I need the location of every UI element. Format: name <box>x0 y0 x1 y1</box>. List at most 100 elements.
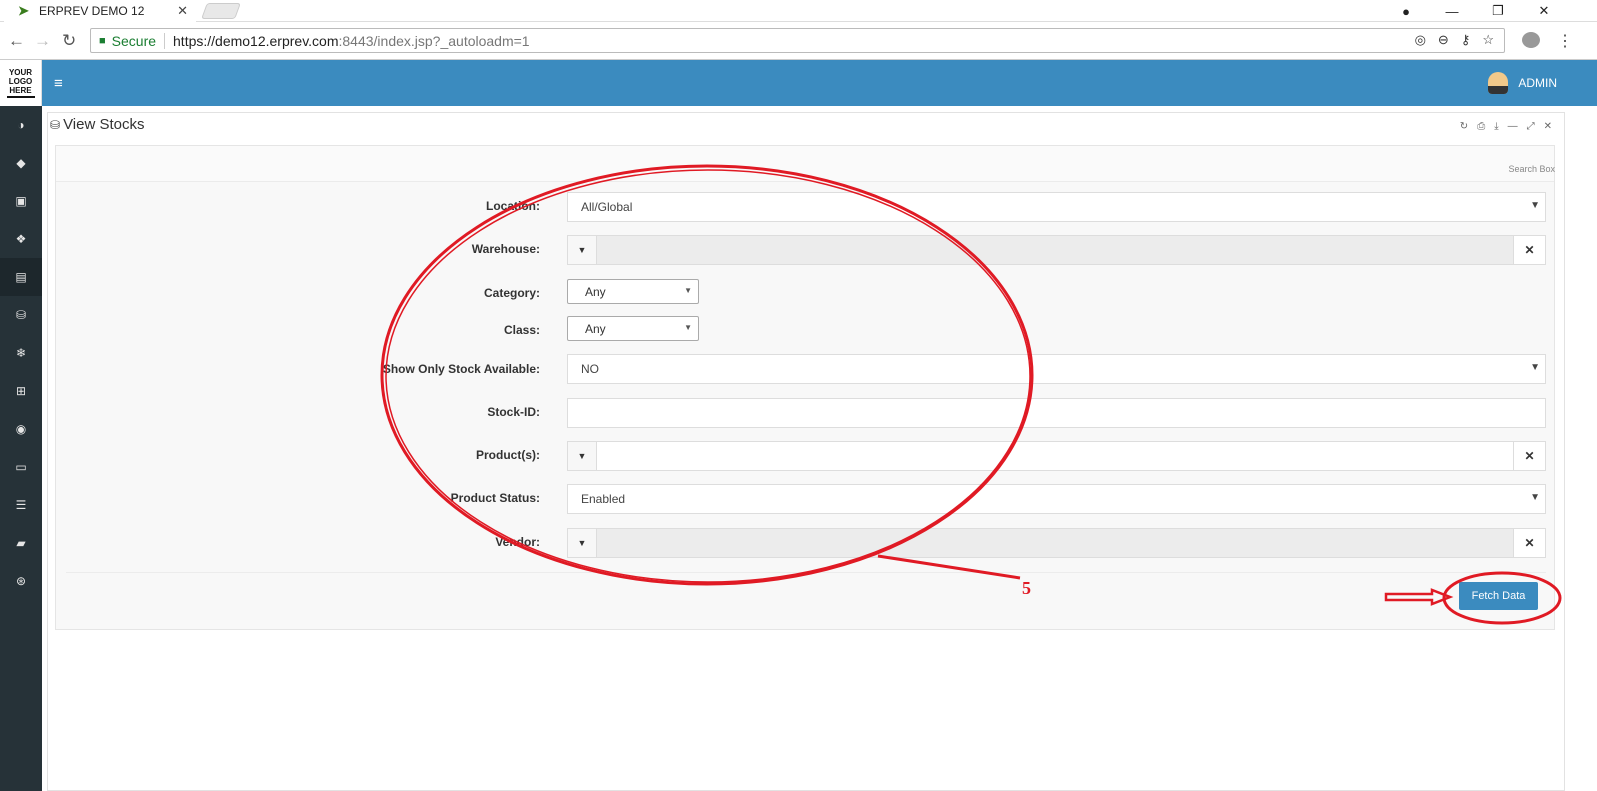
logo-line: YOUR <box>8 68 33 77</box>
minimize-panel-icon[interactable]: — <box>1508 121 1518 132</box>
products-clear-button[interactable]: ✕ <box>1513 441 1546 471</box>
logo-underline <box>6 96 35 98</box>
profile-icon[interactable]: ● <box>1383 0 1429 22</box>
caret-down-icon: ▼ <box>684 323 692 332</box>
dashboard-icon[interactable]: ◑ <box>0 106 42 144</box>
close-icon: ✕ <box>1524 449 1535 463</box>
money-icon[interactable]: ▣ <box>0 182 42 220</box>
annotation-step-number: 5 <box>1022 578 1031 598</box>
browser-tab-strip: ➤ ERPREV DEMO 12 ✕ ● — ❐ ✕ <box>0 0 1597 22</box>
refresh-icon[interactable]: ↻ <box>1460 121 1468 132</box>
show-stock-label: Show Only Stock Available: <box>382 362 540 376</box>
location-target-icon[interactable]: ◎ <box>1415 32 1426 48</box>
minimize-icon[interactable]: — <box>1429 0 1475 22</box>
products-input[interactable] <box>596 441 1514 471</box>
browser-toolbar: ← → ↻ ■ Secure https://demo12.erprev.com… <box>0 22 1597 60</box>
class-value: Any <box>585 321 606 336</box>
form-divider <box>66 572 1546 573</box>
products-combo: ▼ ✕ <box>567 441 1546 471</box>
vendor-combo: ▼ ✕ <box>567 528 1546 558</box>
sidebar: ◑ ◆ ▣ ❖ ▤ ⛁ ❄ ⊞ ◉ ▭ ☰ ▰ ⊛ <box>0 106 42 791</box>
warehouse-input[interactable] <box>596 235 1514 265</box>
caret-down-icon: ▼ <box>577 245 587 255</box>
warehouse-label: Warehouse: <box>471 242 540 256</box>
browser-menu-icon[interactable]: ⋮ <box>1557 31 1573 51</box>
warehouse-dropdown-button[interactable]: ▼ <box>567 235 597 265</box>
caret-down-icon: ▼ <box>684 286 692 295</box>
book-icon[interactable]: ▰ <box>0 524 42 562</box>
vendor-label: Vendor: <box>495 535 540 549</box>
browser-tab-title: ERPREV DEMO 12 <box>39 4 145 18</box>
lifebuoy-icon[interactable]: ⊛ <box>0 562 42 600</box>
close-panel-icon[interactable]: ✕ <box>1544 121 1552 132</box>
cubes-icon[interactable]: ❖ <box>0 220 42 258</box>
window-close-icon[interactable]: ✕ <box>1521 0 1567 22</box>
products-label: Product(s): <box>476 448 540 462</box>
warehouse-clear-button[interactable]: ✕ <box>1513 235 1546 265</box>
caret-down-icon: ▼ <box>1530 492 1540 503</box>
caret-down-icon: ▼ <box>1530 362 1540 373</box>
forward-arrow-icon[interactable]: → <box>34 31 51 51</box>
omnibox-divider <box>164 32 166 49</box>
caret-down-icon: ▼ <box>577 538 587 548</box>
fetch-data-button[interactable]: Fetch Data <box>1459 582 1538 610</box>
key-icon[interactable]: ⚷ <box>1461 32 1471 48</box>
search-box-label[interactable]: Search Box <box>1508 164 1555 174</box>
bucket-icon: ⛁ <box>50 117 61 132</box>
cart-icon[interactable]: ⊞ <box>0 372 42 410</box>
building-icon[interactable]: ▤ <box>0 258 42 296</box>
reload-icon[interactable]: ↻ <box>62 31 76 51</box>
extension-icon[interactable] <box>1522 32 1540 48</box>
user-menu[interactable]: ADMIN <box>1488 72 1557 94</box>
show-stock-select[interactable]: NO ▼ <box>567 354 1546 384</box>
url-host: https://demo12.erprev.com <box>173 32 339 49</box>
zoom-icon[interactable]: ⊖ <box>1438 32 1449 48</box>
secure-label: Secure <box>111 32 157 49</box>
bookmark-star-icon[interactable]: ☆ <box>1482 32 1494 48</box>
lock-icon: ■ <box>99 34 106 47</box>
tag-icon[interactable]: ◆ <box>0 144 42 182</box>
vendor-input[interactable] <box>596 528 1514 558</box>
category-select[interactable]: Any ▼ <box>567 279 699 304</box>
restore-icon[interactable]: ❐ <box>1475 0 1521 22</box>
category-value: Any <box>585 284 606 299</box>
class-select[interactable]: Any ▼ <box>567 316 699 341</box>
snowflake-icon[interactable]: ❄ <box>0 334 42 372</box>
monitor-icon[interactable]: ▭ <box>0 448 42 486</box>
product-status-label: Product Status: <box>450 491 540 505</box>
tab-close-icon[interactable]: ✕ <box>177 3 188 19</box>
category-label: Category: <box>483 286 540 300</box>
erprev-favicon-icon: ➤ <box>18 3 29 18</box>
product-status-value: Enabled <box>581 492 626 506</box>
back-arrow-icon[interactable]: ← <box>8 31 25 51</box>
url-path: :8443/index.jsp?_autoloadm=1 <box>338 32 530 49</box>
avatar <box>1488 72 1509 94</box>
logo-line: LOGO <box>8 77 33 86</box>
database-icon[interactable]: ☰ <box>0 486 42 524</box>
location-label: Location: <box>486 199 540 213</box>
download-icon[interactable]: ⤓ <box>1494 121 1498 132</box>
hamburger-menu-icon[interactable]: ≡ <box>54 75 63 92</box>
database-bucket-icon[interactable]: ⛁ <box>0 296 42 334</box>
class-label: Class: <box>503 323 540 337</box>
page-title: View Stocks <box>63 116 145 133</box>
vendor-dropdown-button[interactable]: ▼ <box>567 528 597 558</box>
new-tab-button[interactable] <box>201 3 241 19</box>
caret-down-icon: ▼ <box>1530 200 1540 211</box>
stock-id-label: Stock-ID: <box>487 405 540 419</box>
print-icon[interactable]: ⎙ <box>1477 121 1485 132</box>
expand-icon[interactable]: ⤢ <box>1527 121 1535 132</box>
vendor-clear-button[interactable]: ✕ <box>1513 528 1546 558</box>
product-status-select[interactable]: Enabled ▼ <box>567 484 1546 514</box>
search-box-header <box>56 146 1554 182</box>
disc-icon[interactable]: ◉ <box>0 410 42 448</box>
address-bar[interactable]: ■ Secure https://demo12.erprev.com :8443… <box>90 28 1505 53</box>
user-name: ADMIN <box>1518 76 1557 90</box>
company-logo[interactable]: YOUR LOGO HERE <box>0 60 42 106</box>
products-dropdown-button[interactable]: ▼ <box>567 441 597 471</box>
location-value: All/Global <box>581 200 633 214</box>
location-select[interactable]: All/Global ▼ <box>567 192 1546 222</box>
browser-tab[interactable]: ➤ ERPREV DEMO 12 ✕ <box>4 0 196 22</box>
app-header <box>0 60 1597 106</box>
stock-id-input[interactable] <box>567 398 1546 428</box>
